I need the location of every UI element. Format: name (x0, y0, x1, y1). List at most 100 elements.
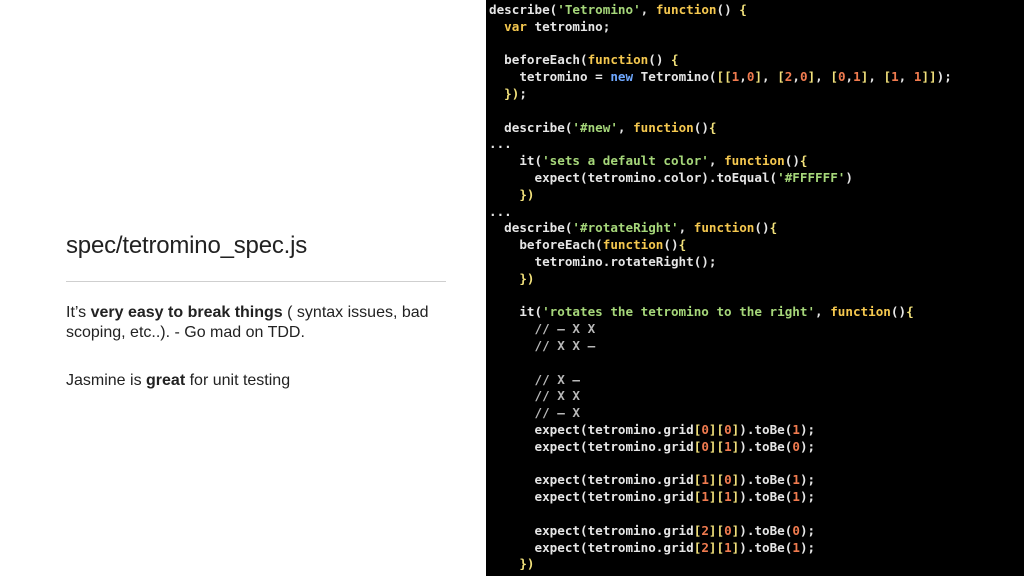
code-token: ][ (708, 421, 725, 437)
code-token: 2 (701, 522, 709, 538)
code-token: [ (777, 69, 785, 85)
code-token: , (815, 69, 831, 85)
code-token: , (708, 153, 725, 169)
body-text: It’s (66, 304, 91, 321)
code-token: 1 (891, 69, 899, 85)
code-token: expect(tetromino.color).toEqual( (489, 169, 778, 185)
code-token: 0 (701, 421, 709, 437)
code-token: , (815, 304, 831, 320)
code-token: 0 (724, 421, 732, 437)
code-token: function (587, 52, 649, 68)
code-token: '#FFFFFF' (777, 169, 846, 185)
code-token: ][ (708, 539, 725, 555)
code-token: 1 (853, 69, 861, 85)
code-token: 2 (701, 539, 709, 555)
code-token: '#new' (572, 119, 618, 135)
code-block: describe('Tetromino', function() { var t… (489, 2, 952, 573)
code-token: }) (519, 556, 535, 572)
slide-body: It’s very easy to break things ( syntax … (66, 303, 446, 391)
code-token: ] (754, 69, 763, 85)
code-token: ).toBe( (739, 489, 793, 505)
code-line: expect(tetromino.grid[1][0]).toBe(1); (489, 472, 952, 489)
code-token: ).toBe( (739, 539, 793, 555)
code-token: () (648, 52, 671, 68)
code-token: expect(tetromino.grid (489, 421, 694, 437)
code-line: describe('#rotateRight', function(){ (489, 220, 952, 237)
code-token: ... (489, 136, 512, 152)
code-token: { (671, 52, 679, 68)
code-line: describe('Tetromino', function() { (489, 2, 952, 19)
code-token: // X – (489, 371, 580, 387)
title-divider (66, 281, 446, 282)
code-line: expect(tetromino.color).toEqual('#FFFFFF… (489, 170, 952, 187)
code-token: expect(tetromino.grid (489, 539, 694, 555)
code-line: tetromino = new Tetromino([[1,0], [2,0],… (489, 69, 951, 86)
code-token: { (906, 304, 914, 320)
code-token: // X X – (489, 337, 596, 353)
code-line: describe('#new', function(){ (489, 120, 952, 137)
code-line: // X X – (489, 338, 952, 355)
code-token: () (693, 119, 709, 135)
code-token: }) (519, 186, 535, 202)
code-line: it('rotates the tetromino to the right',… (489, 304, 952, 321)
code-line: ... (489, 136, 952, 153)
emphasis-text: great (146, 372, 186, 389)
slide-title: spec/tetromino_spec.js (66, 232, 308, 259)
code-token: 0 (792, 522, 800, 538)
code-token: 'Tetromino' (557, 2, 641, 17)
code-token: new (610, 69, 634, 85)
body-paragraph-1: It’s very easy to break things ( syntax … (66, 303, 446, 343)
code-token: beforeEach( (489, 52, 588, 68)
code-token: () (754, 220, 770, 236)
code-token: function (633, 119, 694, 135)
code-line: ... (489, 204, 952, 221)
code-token: describe( (489, 2, 558, 17)
code-token: 0 (724, 522, 732, 538)
slide-text-panel: spec/tetromino_spec.js It’s very easy to… (0, 0, 486, 576)
code-token: , (868, 69, 884, 85)
code-token: 1 (724, 438, 732, 454)
code-token: , (678, 220, 694, 236)
code-token: 1 (792, 489, 800, 505)
code-token: , (792, 69, 800, 85)
body-text: Jasmine is (66, 372, 147, 389)
code-token: { (678, 237, 687, 253)
code-token: 0 (724, 472, 732, 488)
code-token: ][ (708, 489, 725, 505)
code-token: , (762, 69, 778, 85)
code-token: // – X (489, 405, 580, 421)
code-line: // X – (489, 372, 952, 389)
code-token: describe( (489, 119, 573, 135)
code-token: 1 (724, 539, 732, 555)
code-token: ); (799, 438, 816, 454)
code-token: ); (799, 539, 816, 555)
code-token: 0 (701, 438, 709, 454)
code-token: }) (504, 85, 520, 101)
code-token: ... (489, 203, 512, 219)
code-token: function (602, 237, 664, 253)
code-line: // – X (489, 405, 952, 422)
code-line: it('sets a default color', function(){ (489, 153, 952, 170)
code-token: , (898, 69, 914, 85)
code-token: , (617, 119, 634, 135)
code-line: beforeEach(function(){ (489, 237, 952, 254)
code-token: () (716, 2, 740, 17)
code-line: var tetromino; (489, 19, 952, 36)
code-token: () (784, 153, 800, 169)
code-token: ) (845, 169, 853, 185)
code-token: , (640, 2, 656, 17)
code-token: }) (519, 270, 535, 286)
code-line: }) (489, 271, 952, 288)
code-token: { (769, 220, 778, 236)
code-line: }) (489, 556, 952, 573)
code-token: ][ (708, 472, 725, 488)
code-token: ]] (921, 69, 937, 85)
code-token: '#rotateRight' (572, 220, 679, 236)
